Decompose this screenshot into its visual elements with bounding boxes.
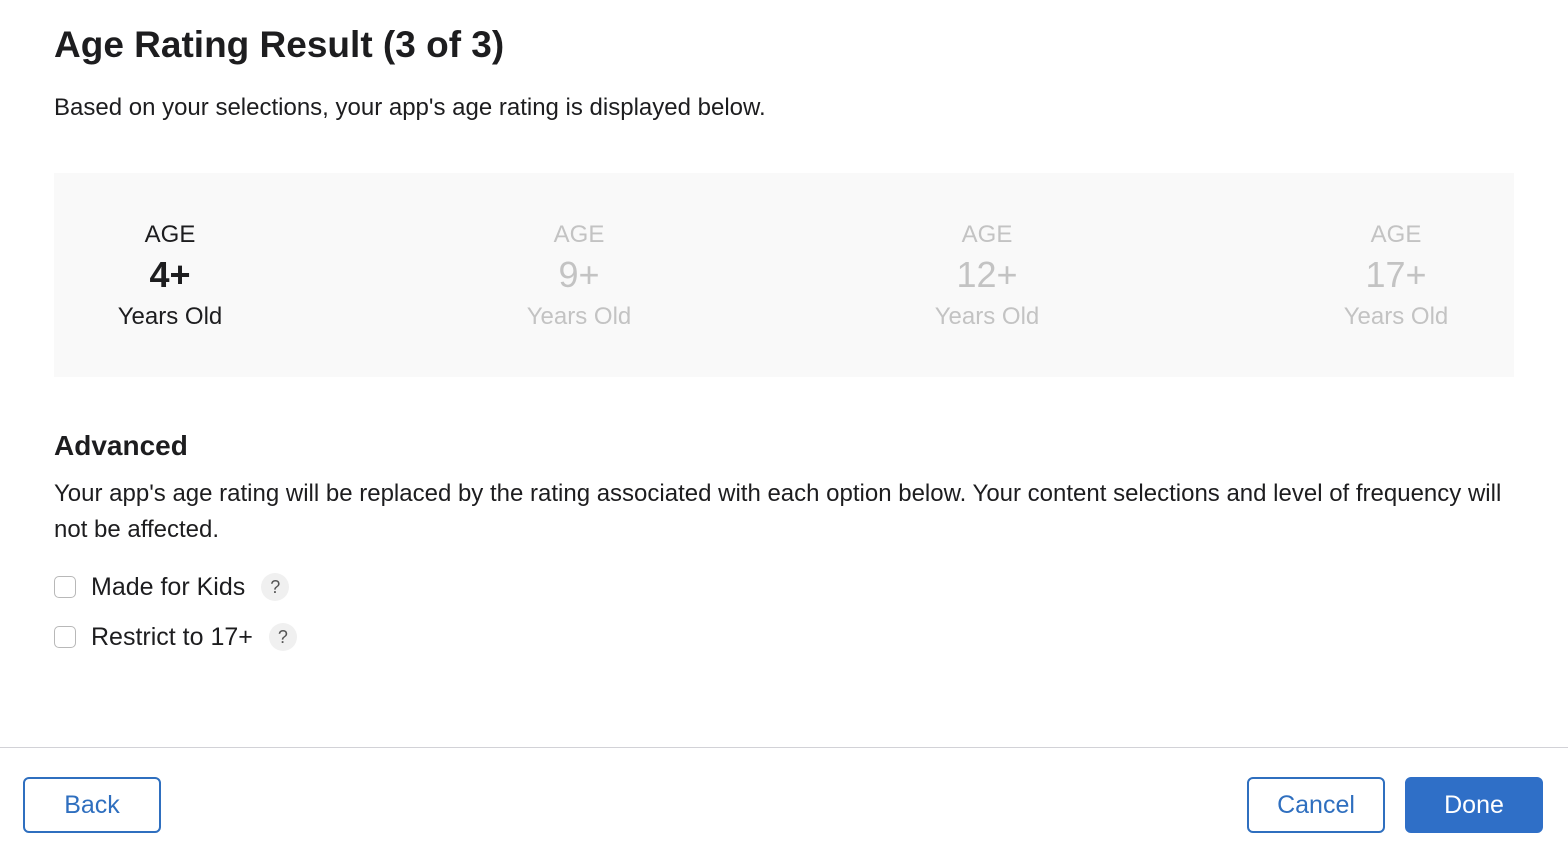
rating-value: 4+ [149, 254, 191, 295]
rating-years-label: Years Old [526, 303, 632, 330]
rating-value: 17+ [1365, 254, 1427, 295]
rating-value: 12+ [956, 254, 1018, 295]
advanced-description: Your app's age rating will be replaced b… [54, 480, 1502, 543]
option-made-for-kids: Made for Kids ? [54, 572, 290, 602]
advanced-heading: Advanced [54, 430, 188, 461]
rating-age-label: AGE [1370, 221, 1422, 248]
question-mark-icon[interactable]: ? [261, 573, 290, 601]
rating-value: 9+ [558, 254, 600, 295]
question-mark-icon[interactable]: ? [268, 623, 297, 651]
rating-age-label: AGE [144, 221, 196, 248]
footer-divider [0, 747, 1568, 748]
rating-4-plus: AGE 4+ Years Old [60, 173, 280, 377]
back-button[interactable]: Back [23, 777, 161, 833]
page-subtitle: Based on your selections, your app's age… [54, 94, 766, 121]
rating-12-plus: AGE 12+ Years Old [877, 173, 1097, 377]
rating-years-label: Years Old [1343, 303, 1449, 330]
rating-9-plus: AGE 9+ Years Old [469, 173, 689, 377]
rating-age-label: AGE [553, 221, 605, 248]
rating-17-plus: AGE 17+ Years Old [1286, 173, 1506, 377]
rating-years-label: Years Old [934, 303, 1040, 330]
made-for-kids-label[interactable]: Made for Kids [91, 573, 245, 602]
rating-years-label: Years Old [117, 303, 223, 330]
rating-age-label: AGE [961, 221, 1013, 248]
age-rating-panel: AGE 4+ Years Old AGE 9+ Years Old AGE 12… [54, 173, 1514, 377]
cancel-button[interactable]: Cancel [1247, 777, 1385, 833]
done-button[interactable]: Done [1405, 777, 1543, 833]
restrict-17-label[interactable]: Restrict to 17+ [91, 623, 253, 652]
restrict-17-checkbox[interactable] [54, 626, 76, 648]
page-title: Age Rating Result (3 of 3) [54, 24, 505, 65]
option-restrict-17: Restrict to 17+ ? [54, 622, 297, 652]
made-for-kids-checkbox[interactable] [54, 576, 76, 598]
